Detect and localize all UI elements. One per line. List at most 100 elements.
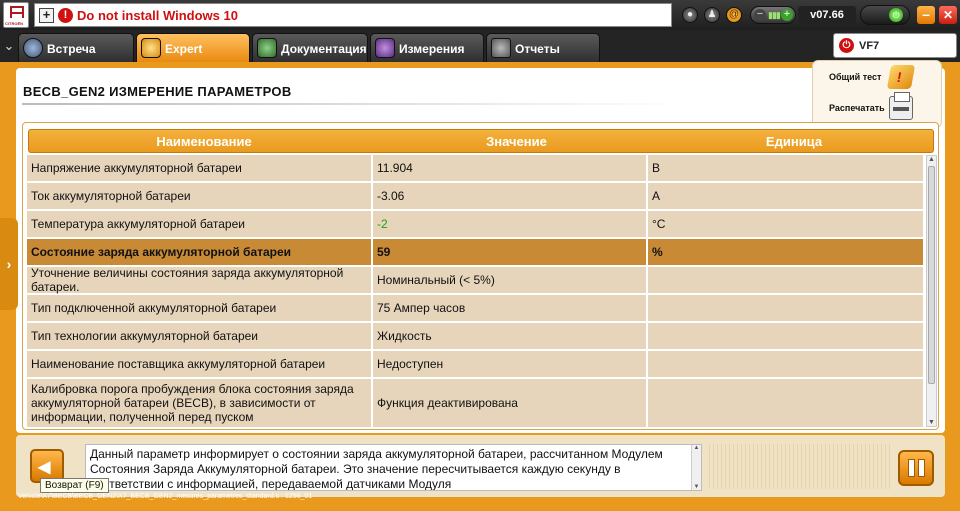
- at-icon[interactable]: @: [726, 7, 742, 23]
- vehicle-selector[interactable]: ⏻ VF7: [833, 33, 957, 58]
- scroll-up-icon[interactable]: ▲: [692, 445, 701, 451]
- table-row[interactable]: Калибровка порога пробуждения блока сост…: [27, 379, 923, 427]
- print-label: Распечатать: [829, 103, 885, 113]
- scroll-up-icon[interactable]: ▲: [927, 156, 936, 163]
- cell-value: Номинальный (< 5%): [373, 267, 648, 293]
- cell-unit: [648, 323, 923, 349]
- table-row[interactable]: Тип технологии аккумуляторной батареи Жи…: [27, 323, 923, 351]
- back-tooltip: Возврат (F9): [40, 478, 109, 493]
- cell-unit: °C: [652, 217, 666, 231]
- cell-name: Калибровка порога пробуждения блока сост…: [27, 379, 373, 427]
- tab-label: Документация: [281, 42, 367, 56]
- tab-documentation[interactable]: Документация: [252, 33, 368, 62]
- globe-icon: [23, 38, 43, 58]
- printer-icon: [889, 92, 913, 120]
- status-path: Vehicle\X7\BECB\BECB_GEN2\X7_BECB_GEN2_m…: [18, 493, 313, 500]
- table-row[interactable]: Ток аккумуляторной батареи -3.06 А: [27, 183, 923, 211]
- cell-unit: [648, 379, 923, 427]
- book-icon: [257, 38, 277, 58]
- expand-plus-icon[interactable]: +: [39, 8, 54, 23]
- table-row-selected[interactable]: Состояние заряда аккумуляторной батареи …: [27, 239, 923, 267]
- volume-up-icon[interactable]: +: [781, 9, 793, 21]
- report-icon: [491, 38, 511, 58]
- tab-bar: ⌄ Встреча Expert Документация Измерения …: [0, 30, 960, 62]
- cell-name: Температура аккумуляторной батареи: [27, 211, 373, 237]
- table-header: Наименование Значение Единица: [28, 129, 934, 153]
- cell-name: Уточнение величины состояния заряда акку…: [27, 266, 373, 294]
- cell-value: -2: [373, 211, 648, 237]
- table-row[interactable]: Температура аккумуляторной батареи -2 °C: [27, 211, 923, 239]
- cell-name: Ток аккумуляторной батареи: [27, 183, 373, 209]
- table-row[interactable]: Уточнение величины состояния заряда акку…: [27, 266, 923, 295]
- network-icon: ⏻: [889, 8, 903, 22]
- title-divider: [22, 103, 687, 105]
- version-label: v07.66: [798, 6, 856, 24]
- action-panel: Общий тест ! Распечатать: [812, 60, 942, 128]
- description-scrollbar[interactable]: ▲ ▼: [691, 445, 701, 490]
- decorative-stripes: [706, 444, 891, 489]
- cell-name: Тип подключенной аккумуляторной батареи: [27, 295, 373, 321]
- chevron-down-icon[interactable]: ⌄: [1, 36, 17, 56]
- minimize-button[interactable]: –: [917, 6, 935, 24]
- close-button[interactable]: ✕: [939, 6, 957, 24]
- tab-reports[interactable]: Отчеты: [486, 33, 600, 62]
- page-title: BECB_GEN2 ИЗМЕРЕНИЕ ПАРАМЕТРОВ: [23, 84, 292, 99]
- table-scrollbar[interactable]: ▲ ▼: [926, 155, 937, 427]
- waveform-icon: [375, 38, 395, 58]
- table-body: Напряжение аккумуляторной батареи 11.904…: [27, 155, 923, 427]
- volume-down-icon[interactable]: −: [754, 9, 766, 21]
- magnifier-icon: [141, 38, 161, 58]
- pause-icon: [918, 459, 925, 477]
- cell-value: -3.06: [373, 183, 648, 209]
- tab-label: Отчеты: [515, 42, 560, 56]
- column-header-value: Значение: [486, 134, 547, 149]
- table-row[interactable]: Напряжение аккумуляторной батареи 11.904…: [27, 155, 923, 183]
- arrow-left-icon: ◀: [38, 459, 51, 476]
- tab-label: Встреча: [47, 42, 96, 56]
- cell-value: Недоступен: [373, 351, 648, 377]
- column-header-name: Наименование: [156, 134, 252, 149]
- tab-label: Измерения: [399, 42, 465, 56]
- table-row[interactable]: Наименование поставщика аккумуляторной б…: [27, 351, 923, 379]
- scroll-down-icon[interactable]: ▼: [927, 419, 936, 426]
- connection-status[interactable]: ⏻: [860, 5, 910, 25]
- record-icon[interactable]: ●: [682, 7, 698, 23]
- scrollbar-thumb[interactable]: [928, 166, 935, 384]
- description-text: Данный параметр информирует о состоянии …: [90, 447, 663, 491]
- column-header-unit: Единица: [765, 134, 823, 149]
- global-test-button[interactable]: Общий тест !: [813, 63, 943, 93]
- tab-label: Expert: [165, 42, 203, 56]
- side-panel-handle[interactable]: ›: [0, 218, 18, 310]
- user-icon[interactable]: ♟: [704, 7, 720, 23]
- pause-button[interactable]: [898, 450, 934, 486]
- global-test-icon: !: [886, 65, 916, 89]
- scroll-down-icon[interactable]: ▼: [692, 484, 701, 490]
- tab-meeting[interactable]: Встреча: [18, 33, 134, 62]
- tab-expert[interactable]: Expert: [136, 33, 250, 62]
- cell-name: Наименование поставщика аккумуляторной б…: [27, 351, 373, 377]
- cell-unit: [648, 295, 923, 321]
- logo-chevron: [10, 12, 24, 18]
- cell-name: Состояние заряда аккумуляторной батареи: [27, 239, 373, 265]
- cell-name: Напряжение аккумуляторной батареи: [27, 155, 373, 181]
- citroen-logo: CITROËN: [3, 2, 29, 28]
- cell-value: 59: [373, 239, 648, 265]
- print-button[interactable]: Распечатать: [813, 92, 943, 124]
- volume-level-icon: ▮▮▮: [768, 10, 781, 20]
- cell-unit: [648, 351, 923, 377]
- tab-measurements[interactable]: Измерения: [370, 33, 484, 62]
- cell-value: Жидкость: [373, 323, 648, 349]
- cell-value: 11.904: [373, 155, 648, 181]
- cell-unit: А: [652, 189, 661, 203]
- pause-icon: [908, 459, 915, 477]
- parameters-table: Наименование Значение Единица Напряжение…: [22, 122, 939, 430]
- description-box: Данный параметр информирует о состоянии …: [85, 444, 702, 491]
- cell-value: Функция деактивирована: [373, 379, 648, 427]
- volume-control[interactable]: − ▮▮▮ +: [750, 6, 796, 24]
- cell-value: 75 Ампер часов: [373, 295, 648, 321]
- vehicle-label: VF7: [859, 40, 880, 52]
- cell-unit: [648, 267, 923, 293]
- cell-name: Тип технологии аккумуляторной батареи: [27, 323, 373, 349]
- table-row[interactable]: Тип подключенной аккумуляторной батареи …: [27, 295, 923, 323]
- message-bar: + ! Do not install Windows 10: [34, 3, 672, 27]
